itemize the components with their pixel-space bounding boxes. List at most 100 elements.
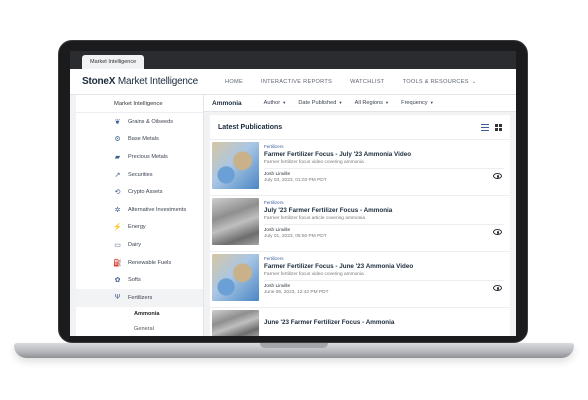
metal-icon: ⚙ [114,136,121,144]
divider [264,280,504,281]
sidebar-item-softs[interactable]: ✿ Softs [76,271,203,289]
stonex-logo[interactable]: StoneX Market Intelligence [82,76,198,87]
filter-regions-label: All Regions [354,100,383,106]
nav-tools-resources[interactable]: TOOLS & RESOURCES ⌄ [403,79,477,85]
sidebar-item-crypto-assets[interactable]: ⟲ Crypto Assets [76,183,203,201]
publication-card[interactable]: Fertilizers Farmer Fertilizer Focus - Ju… [210,139,510,191]
softs-icon: ✿ [114,277,121,285]
divider [264,224,504,225]
publication-date: June 06, 2023, 12:42 PM PDT [264,290,329,295]
sidebar-item-energy[interactable]: ⚡ Energy [76,219,203,237]
logo-product: Market Intelligence [115,76,198,87]
laptop-notch [260,343,328,348]
filter-frequency[interactable]: Frequency ▾ [401,100,433,106]
publications-header: Latest Publications [210,115,510,139]
publication-description: Farmer fertilizer focus video covering a… [264,160,364,165]
filter-author[interactable]: Author ▾ [264,100,286,106]
chevron-down-icon: ▾ [385,100,389,105]
top-navigation: StoneX Market Intelligence HOME INTERACT… [70,69,516,95]
main-nav: HOME INTERACTIVE REPORTS WATCHLIST TOOLS… [225,69,476,95]
browser-tab-strip: Market Intelligence [70,51,516,69]
eye-icon[interactable] [493,173,502,179]
sidebar-item-securities[interactable]: ↗ Securities [76,166,203,184]
sidebar-item-alternative-investments[interactable]: ✲ Alternative Investments [76,201,203,219]
sidebar-item-grains-oilseeds[interactable]: ❦ Grains & Oilseeds [76,113,203,131]
list-view-icon[interactable] [481,123,489,131]
filter-author-label: Author [263,100,281,106]
sidebar-item-dairy[interactable]: ▭ Dairy [76,236,203,254]
crypto-icon: ⟲ [114,189,121,197]
sidebar-item-label: Base Metals [128,136,159,143]
grid-view-icon[interactable] [495,123,502,131]
publication-date: July 03, 2023, 01:03 PM PDT [264,178,327,183]
filter-date-label: Date Published [298,100,337,106]
chevron-down-icon: ⌄ [471,79,477,85]
sidebar-item-label: Precious Metals [128,153,168,160]
publication-thumbnail [212,310,259,336]
chevron-down-icon: ▾ [339,100,342,105]
publication-category[interactable]: Fertilizers [264,200,284,205]
nav-interactive-reports[interactable]: INTERACTIVE REPORTS [261,79,332,85]
fuel-icon: ⛽ [113,259,122,267]
publication-title[interactable]: Farmer Fertilizer Focus - June '23 Ammon… [264,263,413,270]
nav-home[interactable]: HOME [225,79,243,85]
publication-title[interactable]: June '23 Farmer Fertilizer Focus - Ammon… [264,319,394,326]
sidebar: Market Intelligence ❦ Grains & Oilseeds ⚙… [76,95,204,336]
sidebar-item-label: Renewable Fuels [128,259,172,266]
sidebar-item-label: Energy [128,224,146,231]
publication-author: Josh Linville [264,284,291,289]
sidebar-item-label: Fertilizers [128,294,153,301]
publications-panel: Latest Publications Fertilizers Farmer F… [210,115,510,336]
publication-title[interactable]: July '23 Farmer Fertilizer Focus - Ammon… [264,207,392,214]
publication-card[interactable]: Fertilizers July '23 Farmer Fertilizer F… [210,195,510,247]
page-title: Ammonia [212,99,242,107]
sidebar-subitem-ammonia[interactable]: Ammonia [76,307,203,322]
sidebar-item-base-metals[interactable]: ⚙ Base Metals [76,131,203,149]
sidebar-item-label: Grains & Oilseeds [128,118,174,125]
plant-icon: Ψ [114,294,121,302]
sidebar-item-label: Crypto Assets [128,189,163,196]
publication-author: Josh Linville [264,172,291,177]
sidebar-item-label: Dairy [128,241,142,248]
publication-thumbnail [212,254,259,301]
publication-category[interactable]: Fertilizers [264,144,284,149]
sidebar-item-renewable-fuels[interactable]: ⛽ Renewable Fuels [76,254,203,272]
publication-thumbnail [212,198,259,245]
sidebar-item-label: Softs [128,277,141,284]
publication-thumbnail [212,142,259,189]
app-screen: Market Intelligence StoneX Market Intell… [70,51,516,336]
trend-icon: ↗ [114,171,121,179]
nav-watchlist[interactable]: WATCHLIST [350,79,384,85]
publication-category[interactable]: Fertilizers [264,256,284,261]
filter-bar: Ammonia Author ▾ Date Published ▾ All Regi… [204,95,516,112]
filter-regions[interactable]: All Regions ▾ [355,100,389,106]
publication-card[interactable]: Fertilizers Farmer Fertilizer Focus - Ju… [210,251,510,303]
wheat-icon: ❦ [114,118,121,126]
eye-icon[interactable] [493,229,502,235]
view-toggle [481,123,502,131]
publications-heading: Latest Publications [218,123,283,131]
chevron-down-icon: ▾ [430,100,433,105]
gear-icon: ✲ [114,206,121,214]
eye-icon[interactable] [493,285,502,291]
publication-card[interactable]: June '23 Farmer Fertilizer Focus - Ammon… [210,307,510,336]
nav-tools-resources-label: TOOLS & RESOURCES [402,79,469,85]
sidebar-item-label: Securities [128,171,153,178]
publication-date: July 01, 2023, 05:50 PM PDT [264,234,327,239]
publication-title[interactable]: Farmer Fertilizer Focus - July '23 Ammon… [264,151,411,158]
laptop-scene: Market Intelligence StoneX Market Intell… [0,0,588,400]
sidebar-item-precious-metals[interactable]: ▰ Precious Metals [76,148,203,166]
energy-icon: ⚡ [113,224,122,232]
publication-description: Farmer fertilizer focus video covering a… [264,272,364,277]
dairy-icon: ▭ [114,241,121,249]
divider [264,168,504,169]
sidebar-item-fertilizers[interactable]: Ψ Fertilizers [76,288,203,307]
sidebar-item-label: Alternative Investments [128,206,187,213]
browser-tab[interactable]: Market Intelligence [82,55,145,69]
gold-bars-icon: ▰ [114,153,121,161]
sidebar-subitem-general[interactable]: General [76,322,203,336]
chevron-down-icon: ▾ [283,100,286,105]
sidebar-heading: Market Intelligence [76,95,203,113]
filter-date-published[interactable]: Date Published ▾ [298,100,341,106]
logo-brand: StoneX [82,76,116,87]
